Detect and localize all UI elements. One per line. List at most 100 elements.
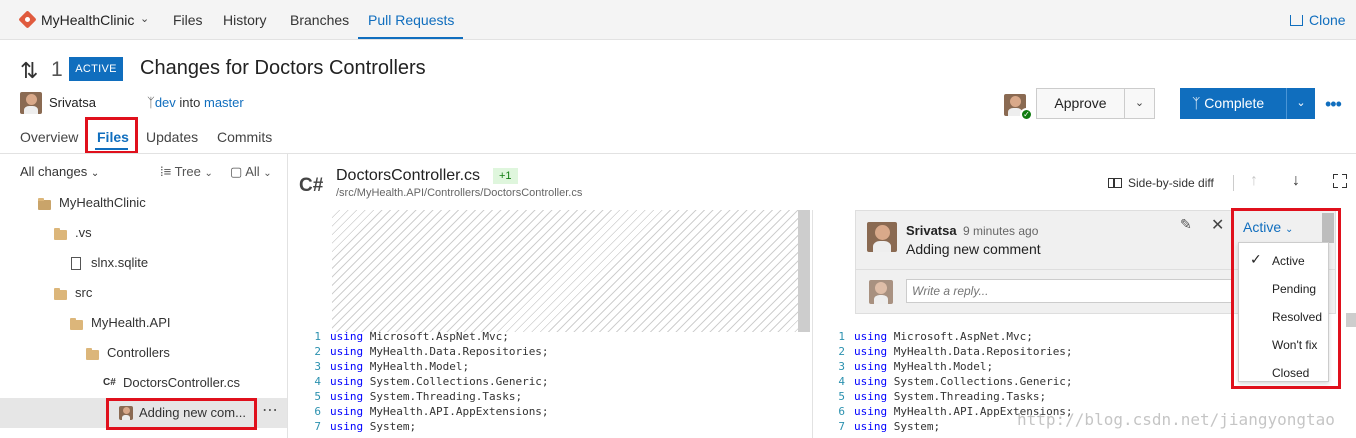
code-line: 5 using System.Threading.Tasks; (829, 389, 1073, 404)
tree-item-label: .vs (75, 225, 92, 240)
tree-item-slnx-sqlite[interactable]: slnx.sqlite (0, 248, 287, 278)
more-options-icon[interactable]: ⋯ (262, 400, 278, 420)
chevron-down-icon: ⌄ (263, 168, 272, 179)
folder-icon (54, 228, 67, 240)
tab-overview[interactable]: Overview (20, 129, 78, 145)
tree-item-doctorscontroller[interactable]: C# DoctorsController.cs (0, 368, 287, 398)
complete-button[interactable]: ᛉ Complete (1180, 88, 1286, 119)
comment-time: 9 minutes ago (963, 224, 1039, 238)
tab-files[interactable]: Files (97, 129, 129, 145)
nav-pull-requests[interactable]: Pull Requests (368, 12, 454, 28)
tree-item-myhealth-api[interactable]: MyHealth.API (0, 308, 287, 338)
code-keyword: using (330, 345, 364, 358)
code-line: 3 using MyHealth.Model; (305, 359, 549, 374)
code-keyword: using (330, 360, 364, 373)
approve-options-button[interactable]: ⌄ (1124, 88, 1155, 119)
close-icon[interactable]: ✕ (1211, 215, 1224, 235)
view-mode-dropdown[interactable]: ⁞≡ Tree ⌄ (160, 164, 213, 179)
approved-check-icon: ✓ (1020, 108, 1033, 121)
corner (1333, 183, 1338, 188)
tree-item-label: Controllers (107, 345, 170, 360)
change-count-badge: +1 (493, 168, 518, 184)
chevron-down-icon[interactable]: ⌄ (140, 12, 149, 25)
target-branch-link[interactable]: master (204, 95, 244, 110)
corner (1342, 174, 1347, 179)
left-scrollbar[interactable] (798, 210, 810, 332)
tree-item-vs[interactable]: .vs (0, 218, 287, 248)
repo-name[interactable]: MyHealthClinic (41, 12, 134, 28)
approve-button[interactable]: Approve (1036, 88, 1125, 119)
tree-item-myhealthclinic[interactable]: MyHealthClinic (0, 188, 287, 218)
tree-item-label: MyHealth.API (91, 315, 171, 330)
edit-icon[interactable]: ✎ (1180, 216, 1192, 233)
split-view-icon (1108, 178, 1122, 188)
code-text: MyHealth.Model; (887, 360, 994, 373)
merge-icon: ᛉ (1192, 95, 1205, 111)
code-keyword: using (330, 390, 364, 403)
git-icon (18, 10, 37, 29)
comment-filter-icon: ▢ (230, 164, 243, 179)
status-option-active[interactable]: ✓ Active (1239, 246, 1328, 274)
code-keyword: using (330, 405, 364, 418)
status-option-label: Won't fix (1272, 338, 1318, 352)
nav-history[interactable]: History (223, 12, 267, 28)
comment-avatar (119, 406, 133, 420)
status-option-wont-fix[interactable]: Won't fix (1239, 330, 1328, 358)
code-keyword: using (854, 420, 888, 433)
tree-item-comment[interactable]: Adding new com... ⋯ (0, 398, 287, 428)
tab-commits[interactable]: Commits (217, 129, 272, 145)
tree-item-label: Adding new com... (139, 405, 246, 420)
clone-button[interactable]: Clone (1290, 12, 1346, 28)
code-keyword: using (854, 390, 888, 403)
arrow-up-icon[interactable]: ↑ (1250, 172, 1258, 190)
code-text: System; (363, 420, 417, 433)
line-number: 2 (314, 345, 321, 358)
arrow-down-icon[interactable]: ↓ (1292, 172, 1300, 190)
thread-scrollbar[interactable] (1322, 213, 1334, 243)
code-text: MyHealth.API.AppExtensions; (363, 405, 549, 418)
tree-item-label: slnx.sqlite (91, 255, 149, 270)
comment-author: Srivatsa (906, 223, 957, 238)
branch-icon: ᛉ (147, 95, 155, 110)
line-number: 6 (838, 405, 845, 418)
code-line: 2 using MyHealth.Data.Repositories; (829, 344, 1072, 359)
nav-files[interactable]: Files (173, 12, 203, 28)
file-path: /src/MyHealth.API/Controllers/DoctorsCon… (336, 187, 583, 199)
changes-filter[interactable]: All changes ⌄ (20, 164, 99, 179)
scope-dropdown[interactable]: ▢ All ⌄ (230, 164, 272, 180)
complete-options-button[interactable]: ⌄ (1286, 88, 1315, 119)
source-branch-link[interactable]: dev (155, 95, 176, 110)
line-number: 7 (314, 420, 321, 433)
right-scrollbar[interactable] (1346, 313, 1356, 327)
tree-item-label: src (75, 285, 93, 300)
tab-updates[interactable]: Updates (146, 129, 198, 145)
status-option-closed[interactable]: Closed (1239, 358, 1328, 386)
complete-label: Complete (1204, 95, 1265, 111)
pull-request-icon: ⇅ (20, 58, 39, 83)
code-keyword: using (854, 375, 888, 388)
tree-item-src[interactable]: src (0, 278, 287, 308)
side-by-side-toggle[interactable]: Side-by-side diff (1108, 176, 1214, 190)
more-actions-icon[interactable]: ••• (1325, 94, 1342, 115)
folder-icon (70, 318, 83, 330)
code-line: 5 using System.Threading.Tasks; (305, 389, 549, 404)
status-option-resolved[interactable]: Resolved (1239, 302, 1328, 330)
reply-input[interactable] (906, 279, 1232, 303)
tree-item-label: MyHealthClinic (59, 195, 146, 210)
folder-icon (54, 288, 67, 300)
tree-item-controllers[interactable]: Controllers (0, 338, 287, 368)
code-text: MyHealth.Model; (363, 360, 470, 373)
code-text: System; (887, 420, 941, 433)
fullscreen-icon[interactable] (1333, 174, 1347, 188)
status-option-pending[interactable]: Pending (1239, 274, 1328, 302)
line-number: 1 (838, 330, 845, 343)
line-number: 5 (314, 390, 321, 403)
author-name[interactable]: Srivatsa (49, 95, 96, 110)
code-text: System.Threading.Tasks; (363, 390, 523, 403)
check-icon: ✓ (1250, 251, 1262, 267)
code-line: 4 using System.Collections.Generic; (305, 374, 548, 389)
view-mode-label: Tree (174, 164, 201, 179)
status-dropdown[interactable]: Active ⌄ (1243, 219, 1293, 235)
nav-branches[interactable]: Branches (290, 12, 349, 28)
code-text: MyHealth.Data.Repositories; (363, 345, 549, 358)
